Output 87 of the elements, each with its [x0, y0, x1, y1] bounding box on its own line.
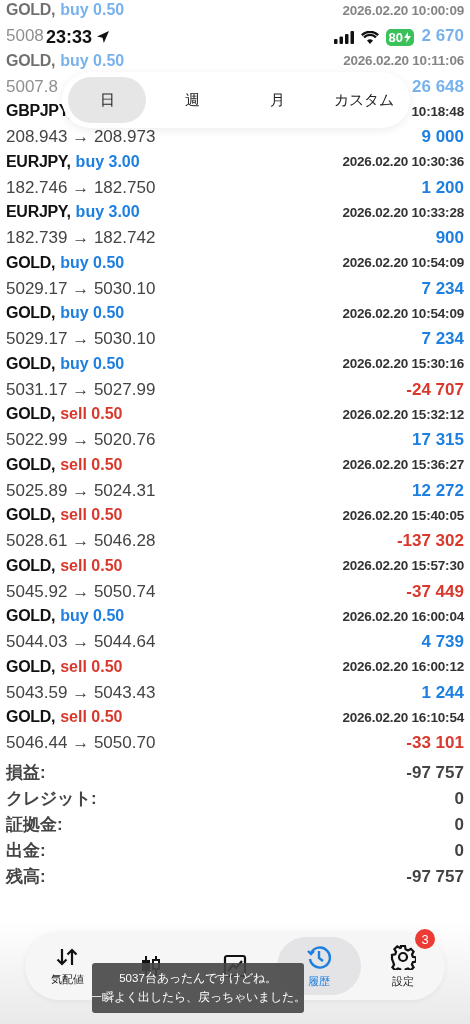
deal-time: 2026.02.20 10:11:06 [343, 53, 464, 68]
summary-label: 証拠金: [6, 814, 63, 836]
order-text: sell 0.50 [60, 556, 123, 575]
symbol-text: GOLD, [6, 506, 56, 524]
deal-time: 2026.02.20 15:32:12 [342, 406, 464, 422]
price-text: 5031.17 → 5027.99 [6, 379, 156, 400]
order-text: buy 3.00 [75, 152, 140, 171]
deal-time: 10:18:48 [411, 103, 464, 119]
order-text: buy 0.50 [60, 51, 125, 70]
symbol-text: GOLD, [6, 304, 56, 322]
deal-time: 2026.02.20 16:00:04 [342, 608, 464, 624]
profit-value: 17 315 [412, 430, 464, 451]
order-text: buy 0.50 [60, 1, 125, 19]
symbol-text: GOLD, [6, 405, 56, 423]
symbol-text: GOLD, [6, 51, 56, 70]
profit-value: 7 234 [421, 278, 464, 299]
summary-label: 出金: [6, 840, 46, 862]
price-text: 5025.89 → 5024.31 [6, 480, 156, 501]
profit-value: 1 200 [421, 177, 464, 198]
price-text: 5007.8 [6, 76, 58, 97]
order-text: buy 0.50 [60, 253, 125, 272]
notification-badge: 3 [415, 929, 435, 949]
deal-time: 2026.02.20 10:30:36 [342, 154, 464, 169]
profit-value: 12 272 [412, 480, 464, 501]
symbol-text: GOLD, [6, 1, 56, 19]
summary-value: -97 757 [406, 866, 464, 887]
symbol-text: GOLD, [6, 253, 56, 272]
profit-value: -24 707 [406, 379, 464, 400]
symbol-text: GOLD, [6, 354, 56, 373]
summary-value: 0 [454, 788, 464, 809]
symbol-text: GOLD, [6, 708, 56, 726]
deal-time: 2026.02.20 15:36:27 [342, 457, 464, 472]
profit-value: -37 449 [406, 581, 464, 602]
price-text: 182.739 → 182.742 [6, 228, 156, 249]
profit-value: -33 101 [406, 733, 464, 754]
symbol-text: GOLD, [6, 607, 56, 625]
price-text: 5029.17 → 5030.10 [6, 329, 156, 350]
order-text: sell 0.50 [60, 506, 123, 524]
price-text: 182.746 → 182.750 [6, 177, 156, 198]
deal-time: 2026.02.20 15:30:16 [342, 356, 464, 371]
price-text: 5029.17 → 5030.10 [6, 278, 156, 299]
profit-value: 1 244 [421, 682, 464, 703]
profit-value: 7 234 [421, 329, 464, 350]
profit-value: 26 648 [412, 76, 464, 97]
price-text: 5046.44 → 5050.70 [6, 733, 156, 754]
summary-label: 残高: [6, 866, 46, 888]
symbol-text: GOLD, [6, 455, 56, 474]
price-text: 5022.99 → 5020.76 [6, 430, 156, 451]
battery-indicator: 80 [385, 28, 414, 46]
price-text: 5045.92 → 5050.74 [6, 581, 156, 602]
order-text: buy 3.00 [75, 203, 140, 221]
summary-value: 0 [454, 814, 464, 835]
price-text: 5043.59 → 5043.43 [6, 682, 156, 703]
deal-time: 2026.02.20 16:00:12 [342, 659, 464, 674]
summary-label: クレジット: [6, 788, 97, 810]
profit-value: -137 302 [396, 531, 464, 552]
price-text: 5028.61 → 5046.28 [6, 531, 156, 552]
summary-value: -97 757 [406, 762, 464, 783]
deal-time: 2026.02.20 10:54:09 [342, 255, 464, 270]
deal-time: 2026.02.20 15:57:30 [342, 558, 464, 573]
price-text: 5008 [6, 26, 44, 47]
profit-value: 4 739 [421, 632, 464, 653]
symbol-text: EURJPY, [6, 203, 71, 221]
deal-time: 2026.02.20 10:33:28 [342, 204, 464, 220]
order-text: buy 0.50 [60, 304, 125, 322]
profit-value: 9 000 [421, 127, 464, 148]
order-text: sell 0.50 [60, 657, 123, 676]
deal-time: 2026.02.20 10:54:09 [342, 305, 464, 321]
price-text: 5044.03 → 5044.64 [6, 632, 156, 653]
summary-label: 損益: [6, 762, 46, 784]
profit-value: 2 670 [421, 26, 464, 47]
summary-value: 0 [454, 840, 464, 861]
symbol-text: EURJPY, [6, 152, 71, 171]
deal-time: 2026.02.20 15:40:05 [342, 507, 464, 523]
order-text: buy 0.50 [60, 607, 125, 625]
deal-time: 2026.02.20 10:00:09 [342, 2, 464, 18]
order-text: sell 0.50 [60, 708, 123, 726]
deal-time: 2026.02.20 16:10:54 [342, 709, 464, 725]
symbol-text: GOLD, [6, 556, 56, 575]
symbol-text: GOLD, [6, 657, 56, 676]
price-text: 208.943 → 208.973 [6, 127, 156, 148]
caption-line: 5037台あったんですけどね。 [119, 971, 277, 986]
order-text: sell 0.50 [60, 405, 123, 423]
status-time: 23:33 [46, 26, 93, 48]
order-text: buy 0.50 [60, 354, 125, 373]
order-text: sell 0.50 [60, 455, 123, 474]
profit-value: 900 [435, 228, 464, 249]
